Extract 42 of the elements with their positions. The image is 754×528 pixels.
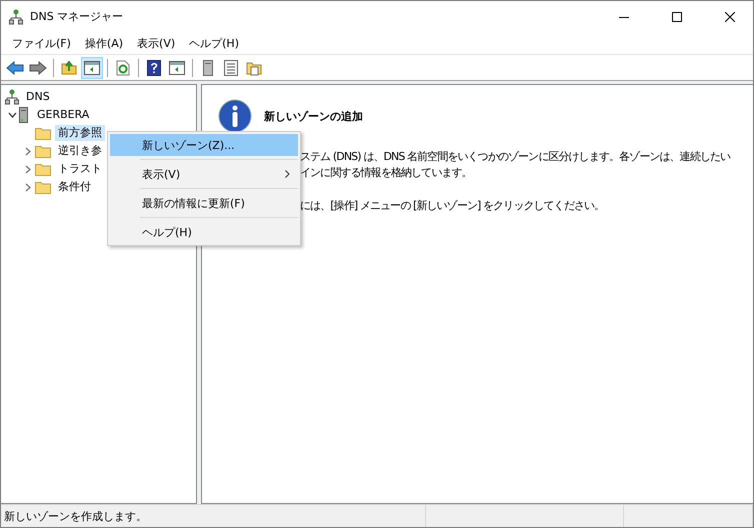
- description-text: インに関する情報を格納しています。: [300, 165, 473, 181]
- context-menu-item[interactable]: ヘルプ(H): [110, 221, 298, 243]
- info-icon: [218, 99, 252, 133]
- server-icon: [19, 107, 28, 123]
- section-title: 新しいゾーンの追加: [264, 108, 363, 124]
- toolbar-button[interactable]: [81, 56, 103, 78]
- list-icon: [224, 60, 238, 76]
- back-arrow-icon: [6, 60, 24, 74]
- tree-item[interactable]: DNS: [23, 89, 53, 105]
- context-menu-item[interactable]: 表示(V): [110, 163, 298, 185]
- menu-item[interactable]: ファイル(F): [5, 36, 78, 50]
- panel-layout-icon: [84, 60, 100, 74]
- folder-icon: [35, 144, 51, 158]
- help-icon: [147, 60, 161, 76]
- tree-item[interactable]: 前方参照: [55, 125, 105, 141]
- menu-item[interactable]: ヘルプ(H): [182, 36, 246, 50]
- description-text: には、[操作] メニューの [新しいゾーン] をクリックしてください。: [300, 198, 606, 214]
- server-icon: [203, 60, 213, 76]
- menu-item[interactable]: 操作(A): [78, 36, 130, 50]
- network-icon: [5, 89, 19, 105]
- description-text: ステム (DNS) は、DNS 名前空間をいくつかのゾーンに区分けします。各ゾーンは、連続したい: [300, 149, 732, 165]
- status-text: 新しいゾーンを作成します。: [4, 508, 147, 524]
- folder-document-icon: [246, 60, 262, 76]
- context-menu-item[interactable]: 新しいゾーン(Z)...: [110, 134, 298, 156]
- window-title: DNS マネージャー: [30, 9, 124, 24]
- folder-icon: [35, 180, 51, 194]
- refresh-icon: [116, 60, 130, 76]
- panel-layout-icon: [169, 60, 185, 74]
- tree-item[interactable]: トラスト: [55, 161, 105, 177]
- forward-arrow-icon: [29, 60, 47, 74]
- folder-icon: [35, 126, 51, 140]
- folder-icon: [35, 162, 51, 176]
- maximize-icon: [672, 12, 682, 22]
- network-icon: [9, 8, 23, 24]
- tree-item[interactable]: 逆引き参: [55, 143, 105, 159]
- close-icon: [725, 12, 735, 22]
- tree-item[interactable]: 条件付: [55, 179, 94, 195]
- context-menu-item[interactable]: 最新の情報に更新(F): [110, 192, 298, 214]
- collapse-chevron-icon[interactable]: [8, 112, 16, 118]
- menu-item[interactable]: 表示(V): [130, 36, 182, 50]
- tree-item[interactable]: GERBERA: [34, 107, 92, 123]
- folder-up-icon: [61, 60, 77, 74]
